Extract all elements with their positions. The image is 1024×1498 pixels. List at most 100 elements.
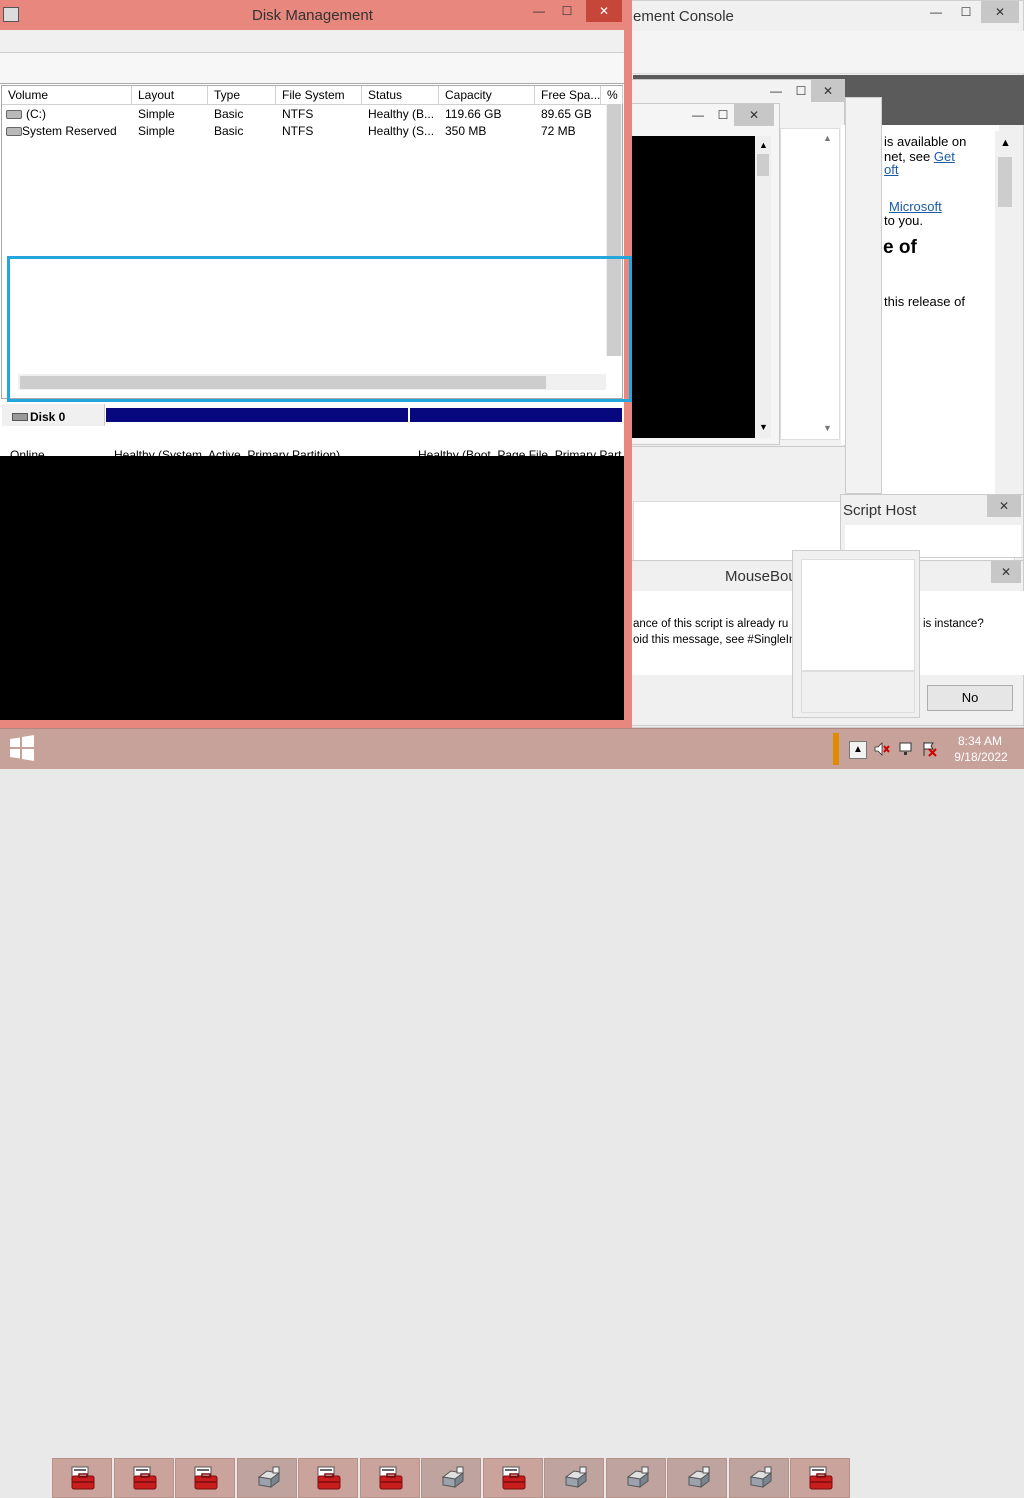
clock-date[interactable]: 9/18/2022 (948, 750, 1014, 764)
column-percent-free[interactable]: % F (601, 86, 623, 104)
no-button[interactable]: No (927, 685, 1013, 711)
message-line-1: ance of this script is already ru (633, 618, 789, 630)
wsh-window: Script Host ✕ (840, 494, 1024, 558)
cell-layout: Simple (138, 124, 175, 138)
column-layout[interactable]: Layout (132, 86, 208, 104)
taskbar-button-drive[interactable] (605, 1458, 666, 1498)
taskbar-button-toolbox[interactable] (298, 1458, 358, 1498)
minimize-button[interactable]: — (524, 0, 554, 22)
taskbar-button-drive[interactable] (421, 1458, 481, 1498)
message-line-1b: is instance? (923, 618, 984, 630)
scroll-up-icon[interactable]: ▲ (759, 140, 768, 150)
close-button[interactable]: ✕ (981, 1, 1019, 23)
taskbar: ▲ 8:34 AM 9/18/2022 (0, 728, 1024, 1498)
popup-footer (801, 671, 915, 713)
tray-expand-button[interactable]: ▲ (849, 741, 867, 759)
toolbar (0, 30, 624, 53)
column-file-system[interactable]: File System (276, 86, 362, 104)
wsh-title: Script Host (843, 502, 917, 519)
scroll-thumb[interactable] (998, 157, 1012, 207)
column-header-row: Volume Layout Type File System Status Ca… (2, 86, 623, 105)
scroll-up-icon[interactable]: ▲ (1000, 137, 1011, 149)
taskbar-button-drive[interactable] (236, 1458, 297, 1498)
drive-icon (255, 1465, 281, 1491)
cell-file-system: NTFS (282, 107, 314, 121)
action-center-icon[interactable] (921, 741, 937, 757)
help-scrollbar[interactable]: ▲ (995, 131, 1015, 496)
blacked-out-region (0, 456, 624, 720)
minimize-button[interactable]: — (921, 1, 951, 23)
column-volume[interactable]: Volume (2, 86, 132, 104)
mmc-toolbar (621, 31, 1024, 74)
taskbar-button-toolbox[interactable] (790, 1458, 850, 1498)
console-scrollbar[interactable]: ▲ ▼ (755, 136, 771, 438)
toolbox-icon (378, 1465, 404, 1491)
column-type[interactable]: Type (208, 86, 276, 104)
tray-divider (833, 733, 839, 765)
toolbox-icon (70, 1465, 96, 1491)
toolbox-icon (193, 1465, 219, 1491)
scroll-thumb[interactable] (757, 154, 769, 176)
table-row[interactable]: System Reserved Simple Basic NTFS Health… (2, 123, 606, 139)
cell-type: Basic (214, 107, 244, 121)
taskbar-button-toolbox[interactable] (113, 1458, 174, 1498)
drive-icon (6, 110, 22, 119)
close-button[interactable]: ✕ (586, 0, 622, 22)
cell-volume: (C:) (26, 107, 46, 121)
message-line-2: oid this message, see #SingleIns (633, 634, 802, 646)
disk0-label: Disk 0 (30, 410, 66, 424)
volume-muted-icon[interactable] (874, 742, 890, 756)
scroll-down-icon[interactable]: ▼ (823, 423, 832, 433)
network-icon[interactable] (898, 741, 914, 757)
window-title: Disk Management (252, 7, 373, 24)
taskbar-button-toolbox[interactable] (175, 1458, 235, 1498)
cell-free-space: 89.65 GB (541, 107, 592, 121)
drive-icon (624, 1465, 650, 1491)
child-window-2: — ☐ ✕ ▲ ▼ (630, 103, 780, 445)
column-capacity[interactable]: Capacity (439, 86, 535, 104)
taskbar-button-drive[interactable] (544, 1458, 604, 1498)
close-button[interactable]: ✕ (734, 104, 774, 126)
help-link-get[interactable]: Get (934, 149, 955, 164)
table-row[interactable]: (C:) Simple Basic NTFS Healthy (B... 119… (2, 106, 606, 122)
help-line4: to you. (884, 213, 924, 228)
inner-panel (845, 97, 882, 494)
close-button[interactable]: ✕ (991, 561, 1021, 583)
focus-rectangle (7, 256, 632, 402)
column-status[interactable]: Status (362, 86, 439, 104)
clock-time[interactable]: 8:34 AM (950, 734, 1010, 748)
partition-1-status: Healthy (System, Active, Primary Partiti… (114, 448, 341, 456)
toolbox-icon (501, 1465, 527, 1491)
scroll-up-icon[interactable]: ▲ (823, 133, 832, 143)
cell-volume: System Reserved (22, 124, 117, 138)
drive-icon (6, 127, 22, 136)
toolbox-icon (316, 1465, 342, 1491)
disk0-header[interactable]: Disk 0 (2, 404, 105, 426)
cell-file-system: NTFS (282, 124, 314, 138)
partition-2-bar[interactable] (410, 408, 622, 422)
help-link-oft[interactable]: oft (884, 162, 898, 177)
console-output (631, 136, 755, 438)
popup-body (801, 559, 915, 671)
cell-status: Healthy (B... (368, 107, 435, 121)
cell-free-space: 72 MB (541, 124, 576, 138)
drive-icon (439, 1465, 465, 1491)
help-link-microsoft[interactable]: Microsoft (889, 199, 942, 214)
maximize-button[interactable]: ☐ (552, 0, 582, 22)
taskbar-button-toolbox[interactable] (52, 1458, 112, 1498)
close-button[interactable]: ✕ (811, 80, 845, 102)
taskbar-button-toolbox[interactable] (359, 1458, 420, 1498)
drive-icon (685, 1465, 711, 1491)
taskbar-button-toolbox[interactable] (482, 1458, 543, 1498)
maximize-button[interactable]: ☐ (951, 1, 981, 23)
disk-icon (12, 413, 28, 421)
taskbar-button-drive[interactable] (728, 1458, 789, 1498)
start-button[interactable] (8, 735, 40, 763)
scroll-down-icon[interactable]: ▼ (759, 422, 768, 432)
cell-capacity: 350 MB (445, 124, 487, 138)
taskbar-button-drive[interactable] (667, 1458, 727, 1498)
close-button[interactable]: ✕ (987, 495, 1021, 517)
toolbar-2 (0, 53, 624, 84)
partition-1-bar[interactable] (106, 408, 408, 422)
column-free-space[interactable]: Free Spa... (535, 86, 601, 104)
